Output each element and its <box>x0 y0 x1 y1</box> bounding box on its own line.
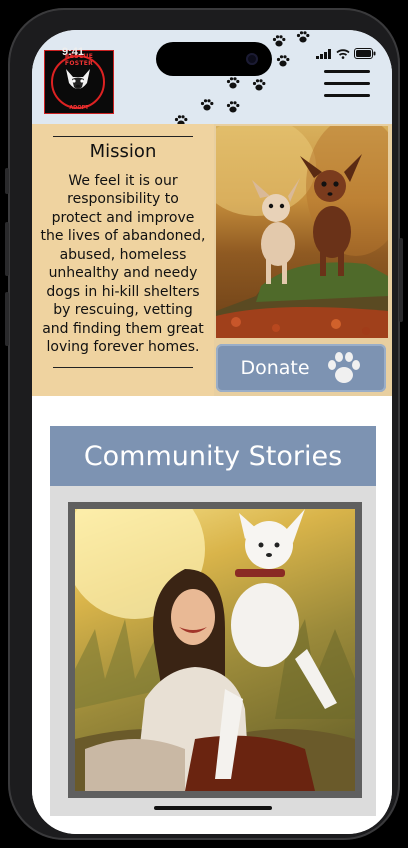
chihuahua-face-icon <box>66 69 90 89</box>
mission-panel: Mission We feel it is our responsibility… <box>32 124 214 396</box>
community-stories-section: Community Stories <box>32 396 392 834</box>
side-button <box>5 222 9 276</box>
mission-text: We feel it is our responsibility to prot… <box>40 173 206 356</box>
chihuahuas-photo <box>216 126 388 338</box>
camera-icon <box>246 53 258 65</box>
home-indicator[interactable] <box>154 806 272 810</box>
story-card[interactable] <box>50 486 376 816</box>
donate-button[interactable]: Donate <box>216 344 386 392</box>
logo-text-bottom: ADOPT <box>69 105 89 111</box>
divider <box>53 366 193 368</box>
mission-section: Mission We feel it is our responsibility… <box>32 124 392 396</box>
dynamic-island <box>156 42 272 76</box>
screen: 9:41 RESCUE FOSTER ADOPT Mission We feel… <box>32 30 392 834</box>
paw-print-icon <box>226 101 240 113</box>
side-button <box>399 238 403 322</box>
side-button <box>5 168 9 194</box>
paw-print-icon <box>252 79 266 91</box>
community-stories-title: Community Stories <box>83 440 343 472</box>
divider <box>53 136 193 137</box>
signal-icon <box>316 48 331 59</box>
page-content: Mission We feel it is our responsibility… <box>32 124 392 834</box>
story-photo-frame <box>68 502 362 798</box>
paw-icon <box>327 352 360 383</box>
community-stories-header: Community Stories <box>50 426 376 486</box>
hamburger-menu-icon[interactable] <box>324 70 370 98</box>
battery-icon <box>354 48 376 59</box>
status-icons <box>316 48 376 59</box>
chihuahuas-image <box>216 126 388 338</box>
story-photo <box>75 509 355 791</box>
paw-print-icon <box>226 77 240 89</box>
woman-with-dog-image <box>75 509 355 791</box>
mission-title: Mission <box>89 141 157 162</box>
wifi-icon <box>336 48 350 59</box>
logo[interactable]: RESCUE FOSTER ADOPT <box>44 50 114 114</box>
paw-print-icon <box>200 99 214 111</box>
donate-label: Donate <box>240 357 310 379</box>
paw-print-icon <box>296 31 310 43</box>
status-time: 9:41 <box>62 46 85 58</box>
side-button <box>5 292 9 346</box>
phone-frame: 9:41 RESCUE FOSTER ADOPT Mission We feel… <box>5 8 403 840</box>
paw-print-icon <box>276 55 290 67</box>
paw-print-icon <box>272 35 286 47</box>
